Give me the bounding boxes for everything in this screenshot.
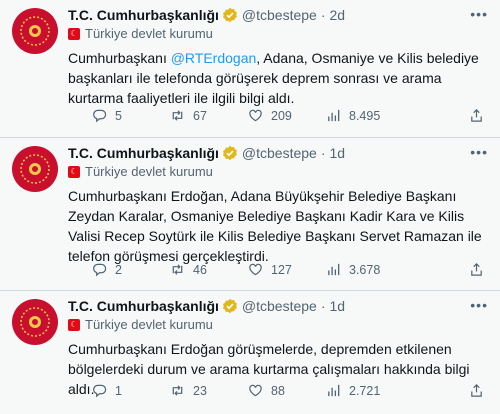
reply-button[interactable]: 5 — [92, 108, 170, 123]
timestamp[interactable]: 1d — [330, 297, 346, 315]
retweet-button[interactable]: 23 — [170, 383, 248, 398]
presidential-seal-icon — [20, 307, 50, 337]
tweet-text: Cumhurbaşkanı @RTErdogan, Adana, Osmaniy… — [68, 48, 488, 108]
reply-count: 5 — [115, 108, 122, 123]
like-count: 88 — [271, 383, 285, 398]
view-count: 3.678 — [349, 262, 381, 277]
retweet-count: 67 — [193, 108, 207, 123]
views-button[interactable]: 2.721 — [326, 383, 404, 398]
like-count: 127 — [271, 262, 292, 277]
separator: · — [320, 145, 326, 161]
tweet-header: T.C. Cumhurbaşkanlığı @tcbestepe · 2d — [68, 6, 488, 24]
timeline-feed: T.C. Cumhurbaşkanlığı @tcbestepe · 2d ••… — [0, 0, 500, 414]
like-icon — [249, 384, 262, 397]
like-icon — [249, 109, 262, 122]
retweet-icon — [172, 110, 183, 121]
timestamp[interactable]: 1d — [330, 144, 346, 162]
handle[interactable]: @tcbestepe — [242, 297, 317, 315]
retweet-count: 23 — [193, 383, 207, 398]
views-button[interactable]: 8.495 — [326, 108, 404, 123]
timestamp[interactable]: 2d — [330, 6, 346, 24]
share-button[interactable] — [469, 262, 484, 277]
reply-button[interactable]: 2 — [92, 262, 170, 277]
separator: · — [320, 7, 326, 23]
handle[interactable]: @tcbestepe — [242, 144, 317, 162]
tweet[interactable]: T.C. Cumhurbaşkanlığı @tcbestepe · 1d ••… — [0, 291, 500, 414]
tweet-text-part: Cumhurbaşkanı — [68, 50, 171, 66]
share-icon — [471, 263, 482, 276]
share-button[interactable] — [469, 108, 484, 123]
tweet-header: T.C. Cumhurbaşkanlığı @tcbestepe · 1d — [68, 297, 488, 315]
views-icon — [328, 384, 340, 397]
retweet-icon — [172, 385, 183, 396]
reply-icon — [93, 263, 107, 277]
reply-button[interactable]: 1 — [92, 383, 170, 398]
retweet-button[interactable]: 67 — [170, 108, 248, 123]
verified-badge-icon — [222, 298, 238, 314]
like-button[interactable]: 127 — [248, 262, 326, 277]
reply-count: 1 — [115, 383, 122, 398]
tweet[interactable]: T.C. Cumhurbaşkanlığı @tcbestepe · 2d ••… — [0, 0, 500, 138]
reply-count: 2 — [115, 262, 122, 277]
more-icon[interactable]: ••• — [470, 144, 488, 160]
like-button[interactable]: 209 — [248, 108, 326, 123]
view-count: 8.495 — [349, 108, 381, 123]
like-count: 209 — [271, 108, 292, 123]
retweet-icon — [172, 264, 183, 275]
reply-icon — [93, 109, 107, 123]
action-bar: 5 67 209 8.495 — [92, 108, 488, 123]
tweet-header: T.C. Cumhurbaşkanlığı @tcbestepe · 1d — [68, 144, 488, 162]
reply-icon — [93, 384, 107, 398]
handle[interactable]: @tcbestepe — [242, 6, 317, 24]
mention-link[interactable]: @RTErdogan — [171, 50, 257, 66]
affiliation-label: Türkiye devlet kurumu — [85, 317, 213, 332]
government-flag-icon: ☾ — [68, 166, 80, 178]
more-icon[interactable]: ••• — [470, 297, 488, 313]
retweet-button[interactable]: 46 — [170, 262, 248, 277]
retweet-count: 46 — [193, 262, 207, 277]
separator: · — [320, 298, 326, 314]
tweet-text: Cumhurbaşkanı Erdoğan, Adana Büyükşehir … — [68, 188, 482, 264]
display-name[interactable]: T.C. Cumhurbaşkanlığı — [68, 144, 219, 162]
avatar[interactable] — [12, 146, 58, 192]
verified-badge-icon — [222, 145, 238, 161]
presidential-seal-icon — [20, 16, 50, 46]
display-name[interactable]: T.C. Cumhurbaşkanlığı — [68, 297, 219, 315]
avatar[interactable] — [12, 299, 58, 345]
more-icon[interactable]: ••• — [470, 6, 488, 22]
like-icon — [249, 263, 262, 276]
affiliation: ☾ Türkiye devlet kurumu — [68, 317, 488, 333]
views-icon — [328, 109, 340, 122]
government-flag-icon: ☾ — [68, 319, 80, 331]
like-button[interactable]: 88 — [248, 383, 326, 398]
display-name[interactable]: T.C. Cumhurbaşkanlığı — [68, 6, 219, 24]
avatar[interactable] — [12, 8, 58, 54]
views-icon — [328, 263, 340, 276]
share-icon — [471, 384, 482, 397]
presidential-seal-icon — [20, 154, 50, 184]
affiliation: ☾ Türkiye devlet kurumu — [68, 164, 488, 180]
action-bar: 2 46 127 3.678 — [92, 262, 488, 277]
view-count: 2.721 — [349, 383, 381, 398]
tweet[interactable]: T.C. Cumhurbaşkanlığı @tcbestepe · 1d ••… — [0, 138, 500, 291]
share-icon — [471, 109, 482, 122]
affiliation-label: Türkiye devlet kurumu — [85, 26, 213, 41]
verified-badge-icon — [222, 7, 238, 23]
share-button[interactable] — [469, 383, 484, 398]
government-flag-icon: ☾ — [68, 28, 80, 40]
action-bar: 1 23 88 2.721 — [92, 383, 488, 398]
views-button[interactable]: 3.678 — [326, 262, 404, 277]
affiliation-label: Türkiye devlet kurumu — [85, 164, 213, 179]
affiliation: ☾ Türkiye devlet kurumu — [68, 26, 488, 42]
